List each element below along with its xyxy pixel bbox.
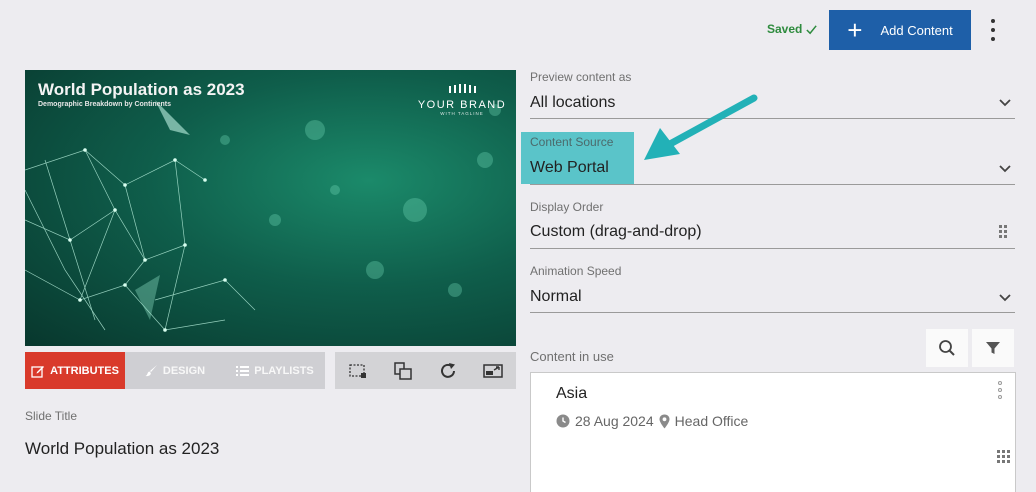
preview-toolbar [335,352,516,389]
edit-icon [31,365,45,378]
chevron-down-icon[interactable] [998,162,1012,176]
plus-icon: + [847,15,863,45]
tab-attributes-label: ATTRIBUTES [50,364,119,377]
slide-preview: World Population as 2023 Demographic Bre… [25,70,516,346]
brush-icon [145,365,157,377]
list-icon [236,365,250,376]
display-order-select[interactable]: Custom (drag-and-drop) [530,223,702,241]
search-button[interactable] [926,329,968,367]
preview-as-underline [530,118,1015,119]
slide-title-label: Slide Title [25,409,78,423]
add-content-button[interactable]: + Add Content [829,10,971,50]
tab-design-label: DESIGN [162,364,206,377]
tab-playlists-label: PLAYLISTS [254,364,314,377]
tab-attributes[interactable]: ATTRIBUTES [25,352,125,389]
content-item-meta: 28 Aug 2024 Head Office [556,413,748,429]
content-in-use-label: Content in use [530,349,614,364]
brand-mark-icon [449,84,476,93]
drag-handle-icon [999,225,1007,238]
animation-speed-underline [530,312,1015,313]
check-icon [806,24,818,34]
kebab-icon[interactable] [997,381,1003,399]
chevron-down-icon[interactable] [998,96,1012,110]
pin-icon [659,414,670,428]
content-item-date: 28 Aug 2024 [575,413,654,429]
drag-handle-icon[interactable] [997,450,1010,463]
brand-logo: YOUR BRAND WITH TAGLINE [417,80,507,116]
content-source-label: Content Source [530,135,614,149]
content-source-select[interactable]: Web Portal [530,159,609,177]
tab-playlists[interactable]: PLAYLISTS [225,352,325,389]
kebab-icon[interactable] [986,19,1000,41]
cast-icon[interactable] [482,360,504,382]
tab-design[interactable]: DESIGN [125,352,225,389]
filter-icon [986,342,1000,354]
slide-title-input[interactable]: World Population as 2023 [25,439,219,459]
animation-speed-label: Animation Speed [530,264,622,278]
display-order-underline [530,248,1015,249]
filter-button[interactable] [972,329,1014,367]
add-content-label: Add Content [880,22,953,38]
brand-tagline: WITH TAGLINE [440,111,484,116]
layers-icon[interactable] [392,360,414,382]
preview-as-select[interactable]: All locations [530,94,615,112]
clock-icon [556,414,570,428]
refresh-icon[interactable] [437,360,459,382]
preview-title: World Population as 2023 [38,80,245,99]
preview-subtitle: Demographic Breakdown by Continents [38,101,172,108]
display-order-label: Display Order [530,200,604,214]
saved-label: Saved [767,22,803,36]
content-item-title: Asia [556,385,588,402]
list-item[interactable]: Asia 28 Aug 2024 Head Office [530,372,1016,492]
animation-speed-select[interactable]: Normal [530,288,582,306]
saved-status: Saved [767,22,818,36]
annotation-arrow [644,94,758,160]
content-source-underline [530,184,1015,185]
crop-icon[interactable] [347,360,369,382]
content-item-location: Head Office [674,413,749,429]
preview-as-label: Preview content as [530,70,632,84]
brand-name: YOUR BRAND [417,99,507,111]
chevron-down-icon[interactable] [998,291,1012,305]
search-icon [939,340,955,356]
